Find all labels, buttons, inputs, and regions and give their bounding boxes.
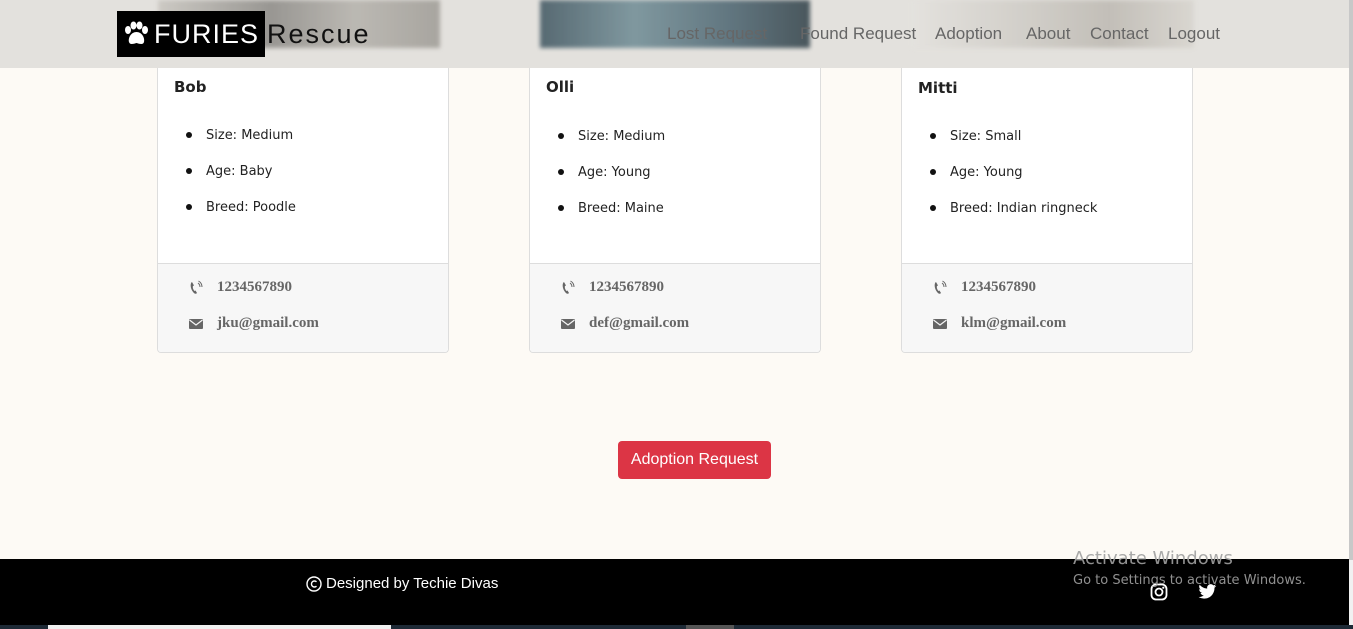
- pet-phone: 1234567890: [188, 279, 292, 296]
- pet-card-footer: 1234567890 def@gmail.com: [530, 263, 820, 352]
- pet-card-footer: 1234567890 klm@gmail.com: [902, 263, 1192, 352]
- nav-links: Lost Request Found Request Adoption Abou…: [0, 24, 1349, 46]
- nav-link-about[interactable]: About: [1026, 24, 1070, 44]
- phone-icon: [934, 280, 947, 294]
- phone-icon: [190, 280, 203, 294]
- pet-details-list: Size: Medium Age: Young Breed: Maine: [558, 127, 665, 235]
- pet-detail-age: Age: Baby: [186, 162, 296, 198]
- pet-email: klm@gmail.com: [932, 315, 1066, 332]
- envelope-icon: [561, 318, 575, 329]
- pet-card-bob: Bob Size: Medium Age: Baby Breed: Poodle…: [157, 68, 449, 353]
- site-footer: Designed by Techie Divas: [0, 559, 1349, 625]
- os-taskbar: [0, 625, 1353, 629]
- taskbar-search-box[interactable]: [48, 625, 391, 629]
- pet-email: def@gmail.com: [560, 315, 689, 332]
- pet-detail-size: Size: Medium: [558, 127, 665, 163]
- pet-details-list: Size: Small Age: Young Breed: Indian rin…: [930, 127, 1097, 235]
- pet-detail-age: Age: Young: [558, 163, 665, 199]
- nav-link-lost-request[interactable]: Lost Request: [667, 24, 767, 44]
- copyright-icon: [306, 575, 322, 592]
- pet-email-text: jku@gmail.com: [217, 315, 319, 331]
- pet-name: Olli: [546, 78, 575, 96]
- nav-link-logout[interactable]: Logout: [1168, 24, 1220, 44]
- pet-detail-size: Size: Small: [930, 127, 1097, 163]
- pet-phone: 1234567890: [932, 279, 1036, 296]
- pet-detail-breed: Breed: Maine: [558, 199, 665, 235]
- envelope-icon: [189, 318, 203, 329]
- nav-link-adoption[interactable]: Adoption: [935, 24, 1002, 44]
- scrollbar-thumb[interactable]: [1349, 0, 1353, 560]
- adoption-request-button[interactable]: Adoption Request: [618, 441, 771, 479]
- pet-card-body: Olli Size: Medium Age: Young Breed: Main…: [530, 68, 820, 263]
- twitter-icon[interactable]: [1198, 583, 1217, 601]
- pet-phone-text: 1234567890: [961, 279, 1036, 295]
- nav-link-contact[interactable]: Contact: [1090, 24, 1149, 44]
- pet-card-body: Bob Size: Medium Age: Baby Breed: Poodle: [158, 68, 448, 263]
- pet-detail-age: Age: Young: [930, 163, 1097, 199]
- pet-card-footer: 1234567890 jku@gmail.com: [158, 263, 448, 352]
- pet-card-body: Mitti Size: Small Age: Young Breed: Indi…: [902, 68, 1192, 263]
- pet-card-olli: Olli Size: Medium Age: Young Breed: Main…: [529, 68, 821, 353]
- page-scrollbar[interactable]: [1349, 0, 1353, 629]
- taskbar-app-button[interactable]: [686, 625, 734, 629]
- pet-email: jku@gmail.com: [188, 315, 319, 332]
- pet-name: Bob: [174, 78, 207, 96]
- pet-email-text: def@gmail.com: [589, 315, 690, 331]
- pet-phone-text: 1234567890: [589, 279, 664, 295]
- navbar: FURIES Rescue Lost Request Found Request…: [0, 0, 1349, 68]
- phone-icon: [562, 280, 575, 294]
- footer-credit: Designed by Techie Divas: [306, 575, 498, 592]
- pet-details-list: Size: Medium Age: Baby Breed: Poodle: [186, 126, 296, 234]
- pet-name: Mitti: [918, 79, 958, 97]
- pet-detail-size: Size: Medium: [186, 126, 296, 162]
- pet-email-text: klm@gmail.com: [961, 315, 1067, 331]
- pet-phone: 1234567890: [560, 279, 664, 296]
- pet-phone-text: 1234567890: [217, 279, 292, 295]
- nav-link-found-request[interactable]: Found Request: [800, 24, 916, 44]
- instagram-icon[interactable]: [1150, 583, 1168, 601]
- pet-card-mitti: Mitti Size: Small Age: Young Breed: Indi…: [901, 68, 1193, 353]
- pet-detail-breed: Breed: Poodle: [186, 198, 296, 234]
- pet-detail-breed: Breed: Indian ringneck: [930, 199, 1097, 235]
- footer-credit-text: Designed by Techie Divas: [326, 575, 499, 592]
- envelope-icon: [933, 318, 947, 329]
